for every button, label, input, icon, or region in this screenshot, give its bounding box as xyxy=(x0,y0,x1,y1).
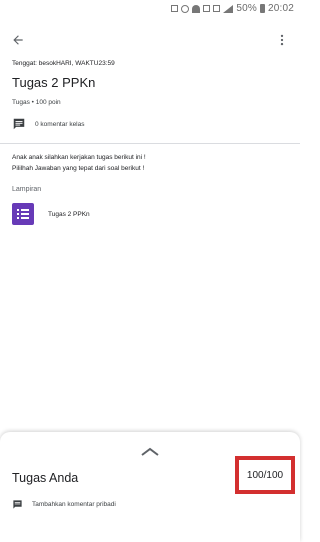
vibrate-icon xyxy=(213,5,221,12)
arrow-back-icon xyxy=(13,35,23,45)
due-date: Tenggat: besokHARI, WAKTU23:59 xyxy=(12,60,115,67)
status-icons: 50% 20:02 xyxy=(171,3,294,14)
class-comments-label: 0 komentar kelas xyxy=(35,120,85,128)
add-private-comment-label: Tambahkan komentar pribadi xyxy=(32,501,116,508)
grade-highlight: 100/100 xyxy=(235,456,295,494)
back-button[interactable] xyxy=(6,28,30,52)
private-comment-icon xyxy=(13,500,22,509)
signal-icon xyxy=(223,4,234,13)
google-forms-icon xyxy=(12,203,34,225)
instruction-line: Anak anak silahkan kerjakan tugas beriku… xyxy=(12,154,146,161)
wifi-icon xyxy=(192,4,201,13)
class-comments-link[interactable]: 0 komentar kelas xyxy=(12,117,85,131)
your-work-title: Tugas Anda xyxy=(12,471,79,485)
comment-icon xyxy=(13,118,25,130)
assignment-title: Tugas 2 PPKn xyxy=(12,75,96,90)
clock: 20:02 xyxy=(267,3,294,14)
data-icon xyxy=(203,5,211,12)
expand-sheet-handle[interactable] xyxy=(140,444,160,462)
instruction-line: Pililhah Jawaban yang tepat dari soal be… xyxy=(12,165,145,172)
grade-value: 100/100 xyxy=(246,469,284,481)
alarm-icon xyxy=(181,4,190,13)
chevron-up-icon xyxy=(141,447,159,456)
battery-level: 50% xyxy=(236,3,257,14)
status-bar: 50% 20:02 xyxy=(0,0,300,20)
more-vert-icon xyxy=(280,34,284,46)
add-private-comment-button[interactable]: Tambahkan komentar pribadi xyxy=(12,499,116,510)
assignment-meta: Tugas • 100 poin xyxy=(12,99,61,106)
attachment-name: Tugas 2 PPKn xyxy=(48,210,90,218)
notification-icon xyxy=(171,5,179,12)
more-options-button[interactable] xyxy=(270,28,294,52)
attachments-heading: Lampiran xyxy=(12,186,42,193)
attachment-item[interactable]: Tugas 2 PPKn xyxy=(12,203,90,225)
battery-icon xyxy=(259,4,265,13)
divider xyxy=(0,143,300,144)
